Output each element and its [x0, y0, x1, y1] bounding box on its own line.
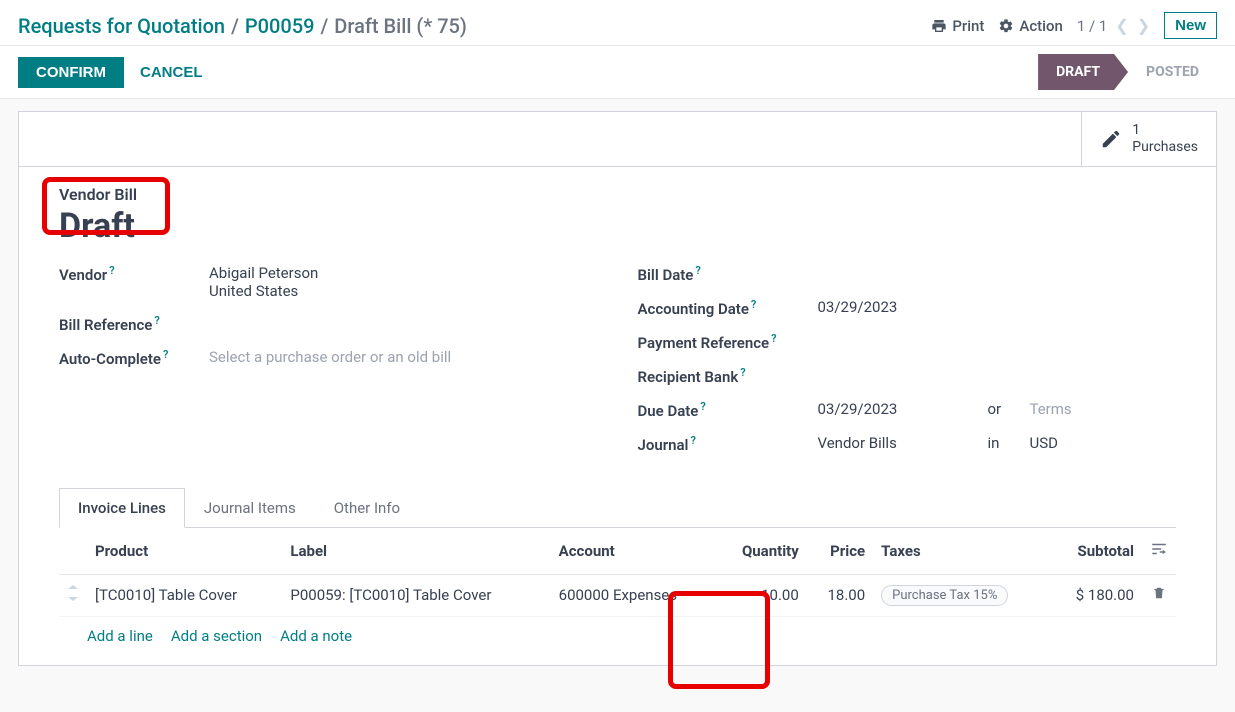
help-icon[interactable]: ? [700, 400, 705, 413]
th-account: Account [551, 528, 717, 575]
cell-label[interactable]: P00059: [TC0010] Table Cover [282, 574, 550, 616]
stat-label: Purchases [1132, 139, 1198, 156]
value-due-date-group: 03/29/2023 or Terms [818, 400, 1177, 418]
label-or: or [988, 400, 1022, 418]
cell-account[interactable]: 600000 Expenses [551, 574, 717, 616]
tab-journal-items[interactable]: Journal Items [185, 488, 315, 528]
help-icon[interactable]: ? [695, 264, 700, 277]
add-line[interactable]: Add a line [87, 627, 153, 645]
topbar: Requests for Quotation / P00059 / Draft … [0, 0, 1235, 45]
stat-count: 1 [1132, 122, 1198, 139]
label-bill-date: Bill Date? [638, 264, 818, 284]
topbar-right: Print Action 1 / 1 ❮ ❯ New [931, 12, 1217, 39]
help-icon[interactable]: ? [771, 332, 776, 345]
label-vendor: Vendor? [59, 264, 209, 284]
right-col: Bill Date? Accounting Date? 03/29/2023 P… [638, 264, 1177, 468]
action-label: Action [1019, 17, 1062, 35]
value-terms[interactable]: Terms [1030, 400, 1072, 418]
drag-handle[interactable] [59, 574, 87, 616]
breadcrumb-rfq[interactable]: Requests for Quotation [18, 14, 225, 38]
th-price: Price [807, 528, 873, 575]
invoice-lines-table: Product Label Account Quantity Price Tax… [59, 528, 1176, 617]
label-due-date: Due Date? [638, 400, 818, 420]
label-payment-reference: Payment Reference? [638, 332, 818, 352]
form-grid: Vendor? Abigail Peterson United States B… [59, 264, 1176, 468]
stat-text: 1 Purchases [1132, 122, 1198, 156]
cancel-button[interactable]: CANCEL [140, 64, 203, 81]
action-dropdown[interactable]: Action [998, 17, 1062, 35]
pager-text[interactable]: 1 / 1 [1077, 17, 1108, 35]
th-subtotal: Subtotal [1050, 528, 1142, 575]
value-vendor[interactable]: Abigail Peterson United States [209, 264, 598, 300]
help-icon[interactable]: ? [751, 298, 756, 311]
help-icon[interactable]: ? [740, 366, 745, 379]
stat-purchases[interactable]: 1 Purchases [1081, 112, 1216, 166]
help-icon[interactable]: ? [154, 314, 159, 327]
value-accounting-date[interactable]: 03/29/2023 [818, 298, 1177, 316]
tax-tag[interactable]: Purchase Tax 15% [881, 585, 1008, 606]
print-label: Print [952, 17, 984, 35]
breadcrumb: Requests for Quotation / P00059 / Draft … [18, 14, 467, 38]
breadcrumb-current: Draft Bill (* 75) [334, 14, 467, 38]
help-icon[interactable]: ? [109, 264, 114, 277]
breadcrumb-sep: / [320, 14, 328, 38]
th-quantity: Quantity [717, 528, 807, 575]
table-row[interactable]: [TC0010] Table Cover P00059: [TC0010] Ta… [59, 574, 1176, 616]
pager: 1 / 1 ❮ ❯ [1077, 16, 1150, 35]
doc-title: Draft [59, 206, 1176, 246]
left-col: Vendor? Abigail Peterson United States B… [59, 264, 598, 468]
pager-prev[interactable]: ❮ [1115, 16, 1128, 35]
value-auto-complete[interactable]: Select a purchase order or an old bill [209, 348, 598, 366]
cell-product[interactable]: [TC0010] Table Cover [87, 574, 282, 616]
value-journal[interactable]: Vendor Bills [818, 434, 968, 452]
new-button[interactable]: New [1164, 12, 1217, 39]
value-journal-group: Vendor Bills in USD [818, 434, 1177, 452]
button-box: 1 Purchases [19, 112, 1216, 167]
cell-taxes[interactable]: Purchase Tax 15% [873, 574, 1050, 616]
label-bill-reference: Bill Reference? [59, 314, 209, 334]
gear-icon [998, 18, 1014, 34]
label-accounting-date: Accounting Date? [638, 298, 818, 318]
status-posted[interactable]: POSTED [1128, 54, 1217, 90]
statusbar: CONFIRM CANCEL DRAFT POSTED [0, 45, 1235, 99]
print-action[interactable]: Print [931, 17, 984, 35]
tab-other-info[interactable]: Other Info [315, 488, 419, 528]
tab-invoice-lines[interactable]: Invoice Lines [59, 488, 185, 528]
add-links: Add a line Add a section Add a note [59, 617, 1176, 645]
th-label: Label [282, 528, 550, 575]
th-product: Product [87, 528, 282, 575]
cell-subtotal: $ 180.00 [1050, 574, 1142, 616]
breadcrumb-po[interactable]: P00059 [245, 14, 315, 38]
delete-row[interactable] [1142, 574, 1176, 616]
th-taxes: Taxes [873, 528, 1050, 575]
form-sheet: 1 Purchases Vendor Bill Draft Vendor? Ab… [18, 111, 1217, 666]
cell-quantity[interactable]: 10.00 [717, 574, 807, 616]
status-left: CONFIRM CANCEL [18, 57, 203, 88]
sheet-inner: Vendor Bill Draft Vendor? Abigail Peters… [19, 167, 1216, 665]
status-right: DRAFT POSTED [1038, 54, 1217, 90]
cell-price[interactable]: 18.00 [807, 574, 873, 616]
options-icon[interactable] [1150, 540, 1168, 558]
label-auto-complete: Auto-Complete? [59, 348, 209, 368]
label-journal: Journal? [638, 434, 818, 454]
print-icon [931, 18, 947, 34]
doc-type: Vendor Bill [59, 185, 137, 204]
label-in: in [988, 434, 1022, 452]
table-header-row: Product Label Account Quantity Price Tax… [59, 528, 1176, 575]
tabs: Invoice Lines Journal Items Other Info [59, 488, 1176, 528]
value-currency[interactable]: USD [1030, 434, 1058, 452]
value-due-date[interactable]: 03/29/2023 [818, 400, 968, 418]
add-note[interactable]: Add a note [280, 627, 352, 645]
status-draft[interactable]: DRAFT [1038, 54, 1128, 90]
breadcrumb-sep: / [231, 14, 239, 38]
help-icon[interactable]: ? [690, 434, 695, 447]
trash-icon [1152, 586, 1166, 600]
pager-next[interactable]: ❯ [1137, 16, 1150, 35]
label-recipient-bank: Recipient Bank? [638, 366, 818, 386]
help-icon[interactable]: ? [163, 348, 168, 361]
confirm-button[interactable]: CONFIRM [18, 57, 124, 88]
add-section[interactable]: Add a section [171, 627, 262, 645]
pencil-icon [1100, 128, 1122, 150]
